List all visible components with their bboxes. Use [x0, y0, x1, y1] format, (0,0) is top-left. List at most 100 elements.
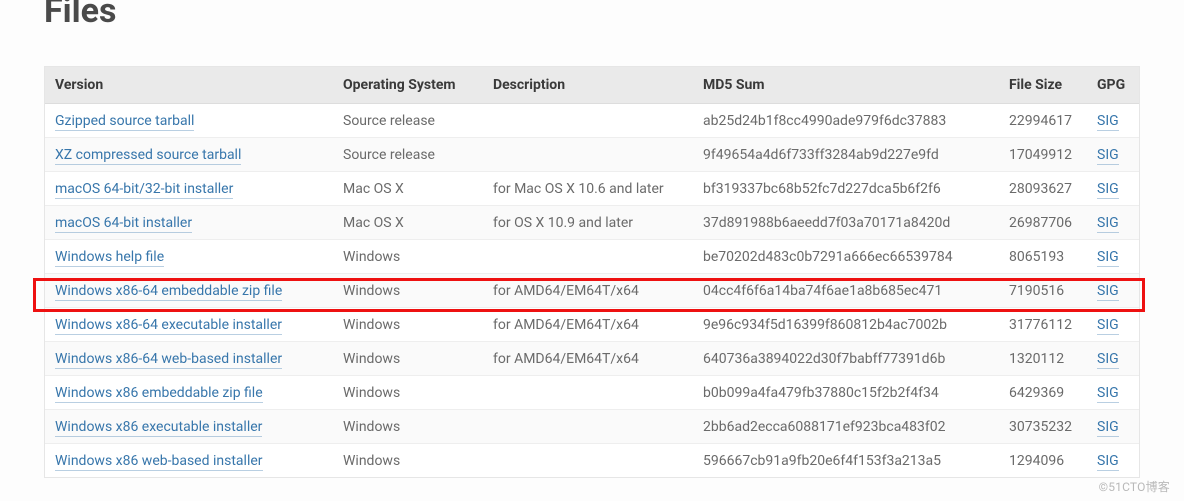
cell-desc: [483, 104, 693, 138]
gpg-sig-link[interactable]: SIG: [1097, 249, 1119, 267]
gpg-sig-link[interactable]: SIG: [1097, 181, 1119, 199]
cell-md5: 640736a3894022d30f7babff77391d6b: [693, 342, 999, 376]
cell-os: Windows: [333, 308, 483, 342]
table-row: XZ compressed source tarball Source relea…: [45, 138, 1139, 172]
gpg-sig-link[interactable]: SIG: [1097, 317, 1119, 335]
gpg-sig-link[interactable]: SIG: [1097, 385, 1119, 403]
cell-md5: 9f49654a4d6f733ff3284ab9d227e9fd: [693, 138, 999, 172]
cell-size: 1320112: [999, 342, 1087, 376]
cell-size: 6429369: [999, 376, 1087, 410]
gpg-sig-link[interactable]: SIG: [1097, 283, 1119, 301]
download-link[interactable]: macOS 64-bit installer: [55, 215, 192, 233]
download-link[interactable]: Gzipped source tarball: [55, 113, 194, 131]
cell-gpg: SIG: [1087, 342, 1139, 376]
cell-version: Windows x86-64 web-based installer: [45, 342, 333, 376]
download-link[interactable]: Windows x86-64 executable installer: [55, 317, 282, 335]
table-row: Windows x86 executable installer Windows 2…: [45, 410, 1139, 444]
cell-desc: [483, 138, 693, 172]
cell-gpg: SIG: [1087, 410, 1139, 444]
cell-md5: bf319337bc68b52fc7d227dca5b6f2f6: [693, 172, 999, 206]
cell-version: Windows x86 web-based installer: [45, 444, 333, 478]
cell-version: Gzipped source tarball: [45, 104, 333, 138]
cell-version: macOS 64-bit installer: [45, 206, 333, 240]
cell-desc: for AMD64/EM64T/x64: [483, 308, 693, 342]
cell-gpg: SIG: [1087, 206, 1139, 240]
cell-desc: [483, 410, 693, 444]
cell-md5: 37d891988b6aeedd7f03a70171a8420d: [693, 206, 999, 240]
cell-os: Windows: [333, 342, 483, 376]
col-md5: MD5 Sum: [693, 67, 999, 104]
cell-size: 26987706: [999, 206, 1087, 240]
cell-md5: be70202d483c0b7291a666ec66539784: [693, 240, 999, 274]
cell-version: Windows x86-64 executable installer: [45, 308, 333, 342]
cell-gpg: SIG: [1087, 172, 1139, 206]
page-title: Files: [44, 0, 1140, 28]
cell-gpg: SIG: [1087, 444, 1139, 478]
cell-desc: for OS X 10.9 and later: [483, 206, 693, 240]
gpg-sig-link[interactable]: SIG: [1097, 215, 1119, 233]
cell-md5: 596667cb91a9fb20e6f4f153f3a213a5: [693, 444, 999, 478]
gpg-sig-link[interactable]: SIG: [1097, 113, 1119, 131]
cell-os: Source release: [333, 104, 483, 138]
cell-version: Windows x86 executable installer: [45, 410, 333, 444]
col-version: Version: [45, 67, 333, 104]
cell-gpg: SIG: [1087, 104, 1139, 138]
files-table: Version Operating System Description MD5…: [45, 67, 1139, 477]
cell-os: Windows: [333, 444, 483, 478]
gpg-sig-link[interactable]: SIG: [1097, 419, 1119, 437]
cell-size: 31776112: [999, 308, 1087, 342]
table-row: Windows x86 web-based installer Windows 59…: [45, 444, 1139, 478]
col-desc: Description: [483, 67, 693, 104]
download-link[interactable]: macOS 64-bit/32-bit installer: [55, 181, 233, 199]
table-row: Windows x86-64 embeddable zip file Window…: [45, 274, 1139, 308]
download-link[interactable]: XZ compressed source tarball: [55, 147, 241, 165]
cell-gpg: SIG: [1087, 240, 1139, 274]
table-header-row: Version Operating System Description MD5…: [45, 67, 1139, 104]
gpg-sig-link[interactable]: SIG: [1097, 147, 1119, 165]
cell-version: macOS 64-bit/32-bit installer: [45, 172, 333, 206]
download-link[interactable]: Windows help file: [55, 249, 164, 267]
cell-version: Windows x86 embeddable zip file: [45, 376, 333, 410]
table-row: Windows x86-64 web-based installer Window…: [45, 342, 1139, 376]
cell-os: Windows: [333, 274, 483, 308]
cell-os: Mac OS X: [333, 172, 483, 206]
cell-version: Windows help file: [45, 240, 333, 274]
cell-size: 17049912: [999, 138, 1087, 172]
cell-md5: b0b099a4fa479fb37880c15f2b2f4f34: [693, 376, 999, 410]
download-link[interactable]: Windows x86 embeddable zip file: [55, 385, 263, 403]
cell-md5: 04cc4f6f6a14ba74f6ae1a8b685ec471: [693, 274, 999, 308]
cell-desc: for Mac OS X 10.6 and later: [483, 172, 693, 206]
download-link[interactable]: Windows x86 web-based installer: [55, 453, 263, 471]
gpg-sig-link[interactable]: SIG: [1097, 453, 1119, 471]
download-link[interactable]: Windows x86 executable installer: [55, 419, 262, 437]
download-link[interactable]: Windows x86-64 embeddable zip file: [55, 283, 282, 301]
cell-os: Windows: [333, 410, 483, 444]
cell-version: Windows x86-64 embeddable zip file: [45, 274, 333, 308]
cell-gpg: SIG: [1087, 274, 1139, 308]
cell-os: Source release: [333, 138, 483, 172]
cell-size: 7190516: [999, 274, 1087, 308]
cell-size: 1294096: [999, 444, 1087, 478]
cell-desc: [483, 444, 693, 478]
files-table-container: Version Operating System Description MD5…: [44, 66, 1140, 478]
gpg-sig-link[interactable]: SIG: [1097, 351, 1119, 369]
cell-desc: [483, 240, 693, 274]
col-os: Operating System: [333, 67, 483, 104]
download-link[interactable]: Windows x86-64 web-based installer: [55, 351, 282, 369]
cell-size: 28093627: [999, 172, 1087, 206]
cell-size: 8065193: [999, 240, 1087, 274]
col-size: File Size: [999, 67, 1087, 104]
table-row: macOS 64-bit/32-bit installer Mac OS Xfor…: [45, 172, 1139, 206]
cell-desc: [483, 376, 693, 410]
cell-size: 22994617: [999, 104, 1087, 138]
cell-version: XZ compressed source tarball: [45, 138, 333, 172]
col-gpg: GPG: [1087, 67, 1139, 104]
table-row: Windows help fileWindowsbe70202d483c0b72…: [45, 240, 1139, 274]
table-row: macOS 64-bit installerMac OS Xfor OS X 1…: [45, 206, 1139, 240]
cell-md5: 2bb6ad2ecca6088171ef923bca483f02: [693, 410, 999, 444]
cell-md5: ab25d24b1f8cc4990ade979f6dc37883: [693, 104, 999, 138]
cell-gpg: SIG: [1087, 376, 1139, 410]
cell-os: Windows: [333, 376, 483, 410]
cell-md5: 9e96c934f5d16399f860812b4ac7002b: [693, 308, 999, 342]
cell-size: 30735232: [999, 410, 1087, 444]
